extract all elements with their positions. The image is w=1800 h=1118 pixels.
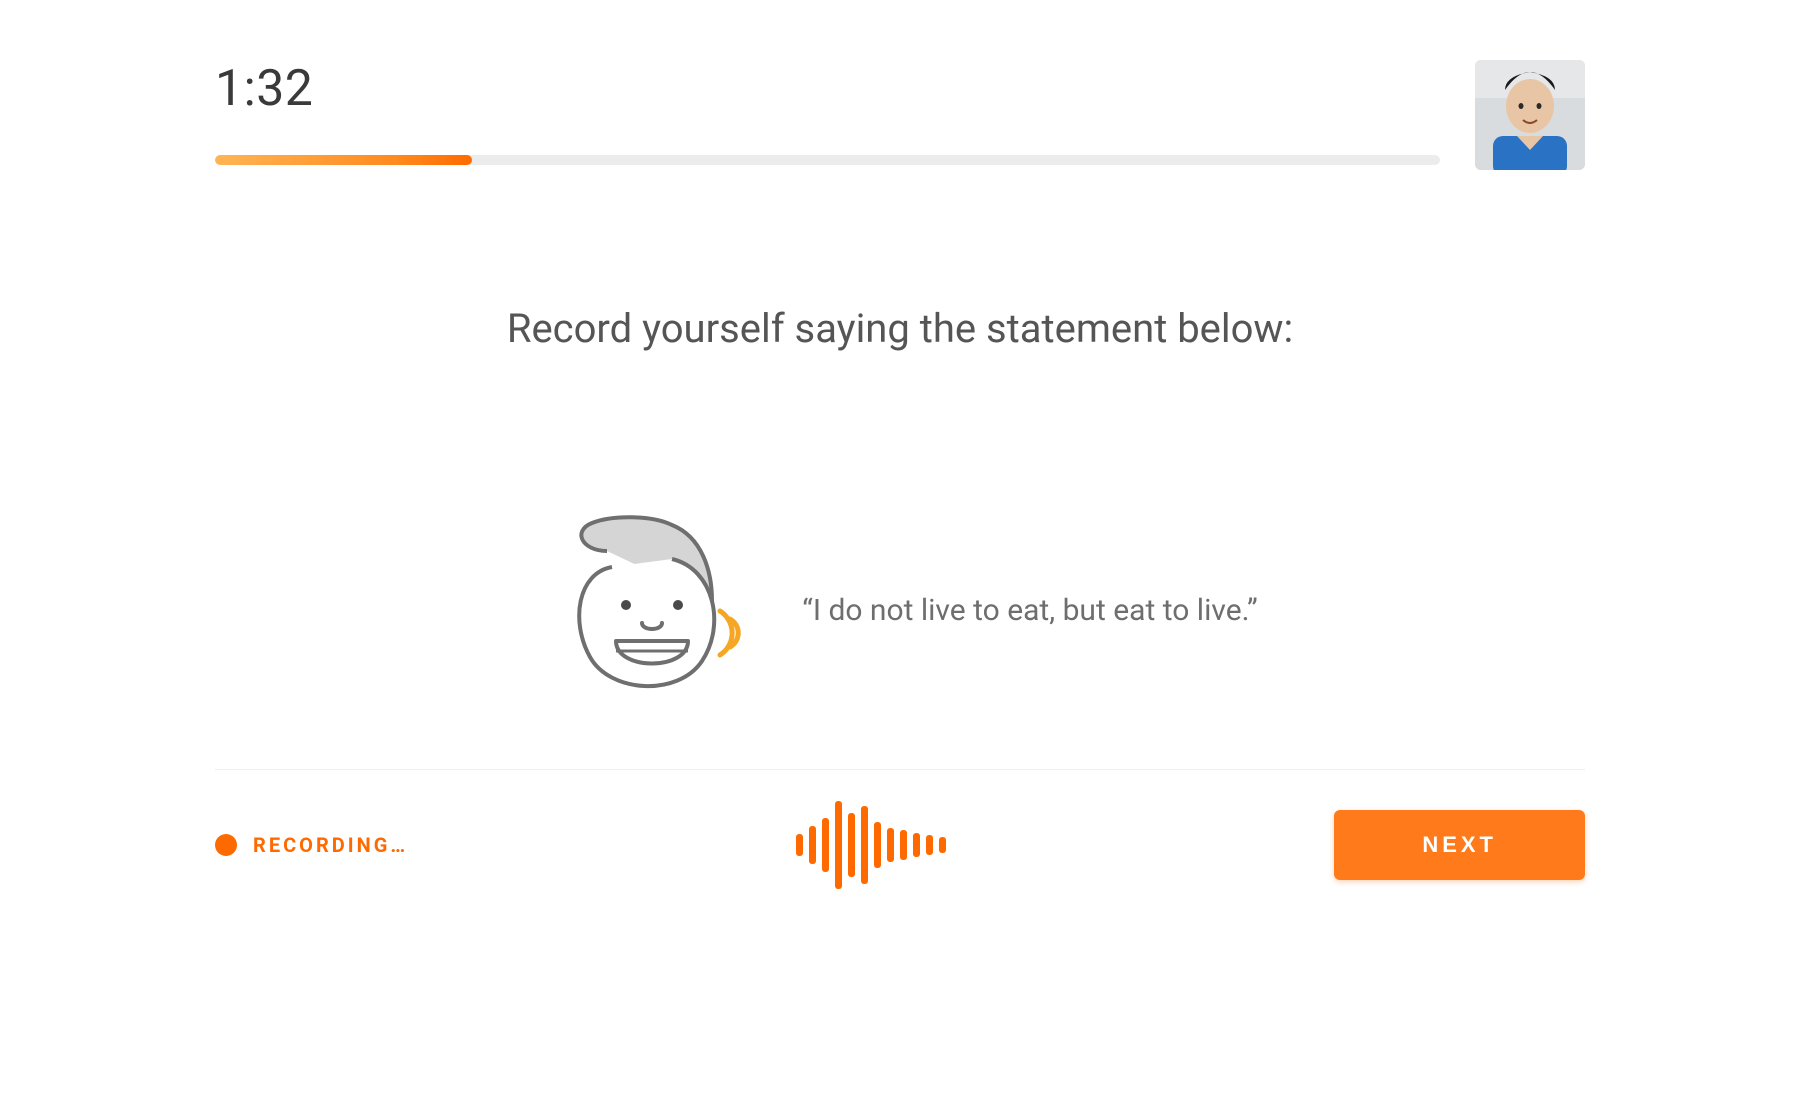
exercise-card: 1:32 Record yourself saying the statemen…	[160, 0, 1640, 925]
record-dot-icon	[215, 834, 237, 856]
footer-bar: RECORDING… NEXT	[215, 805, 1585, 885]
user-avatar[interactable]	[1475, 60, 1585, 170]
speaking-face-icon	[542, 511, 752, 711]
avatar-icon	[1475, 60, 1585, 170]
progress-track	[215, 155, 1440, 165]
progress-fill	[215, 155, 472, 165]
recording-indicator: RECORDING…	[215, 833, 408, 857]
divider	[215, 769, 1585, 770]
prompt-row: “I do not live to eat, but eat to live.”	[215, 452, 1585, 769]
prompt-statement: “I do not live to eat, but eat to live.”	[802, 593, 1258, 628]
progress-bar	[215, 155, 1440, 165]
instruction-text: Record yourself saying the statement bel…	[215, 305, 1585, 352]
next-button[interactable]: NEXT	[1334, 810, 1585, 880]
recording-label: RECORDING…	[253, 833, 408, 857]
audio-waveform-icon	[796, 800, 946, 890]
top-row: 1:32	[215, 60, 1585, 170]
timer-display: 1:32	[215, 60, 313, 118]
